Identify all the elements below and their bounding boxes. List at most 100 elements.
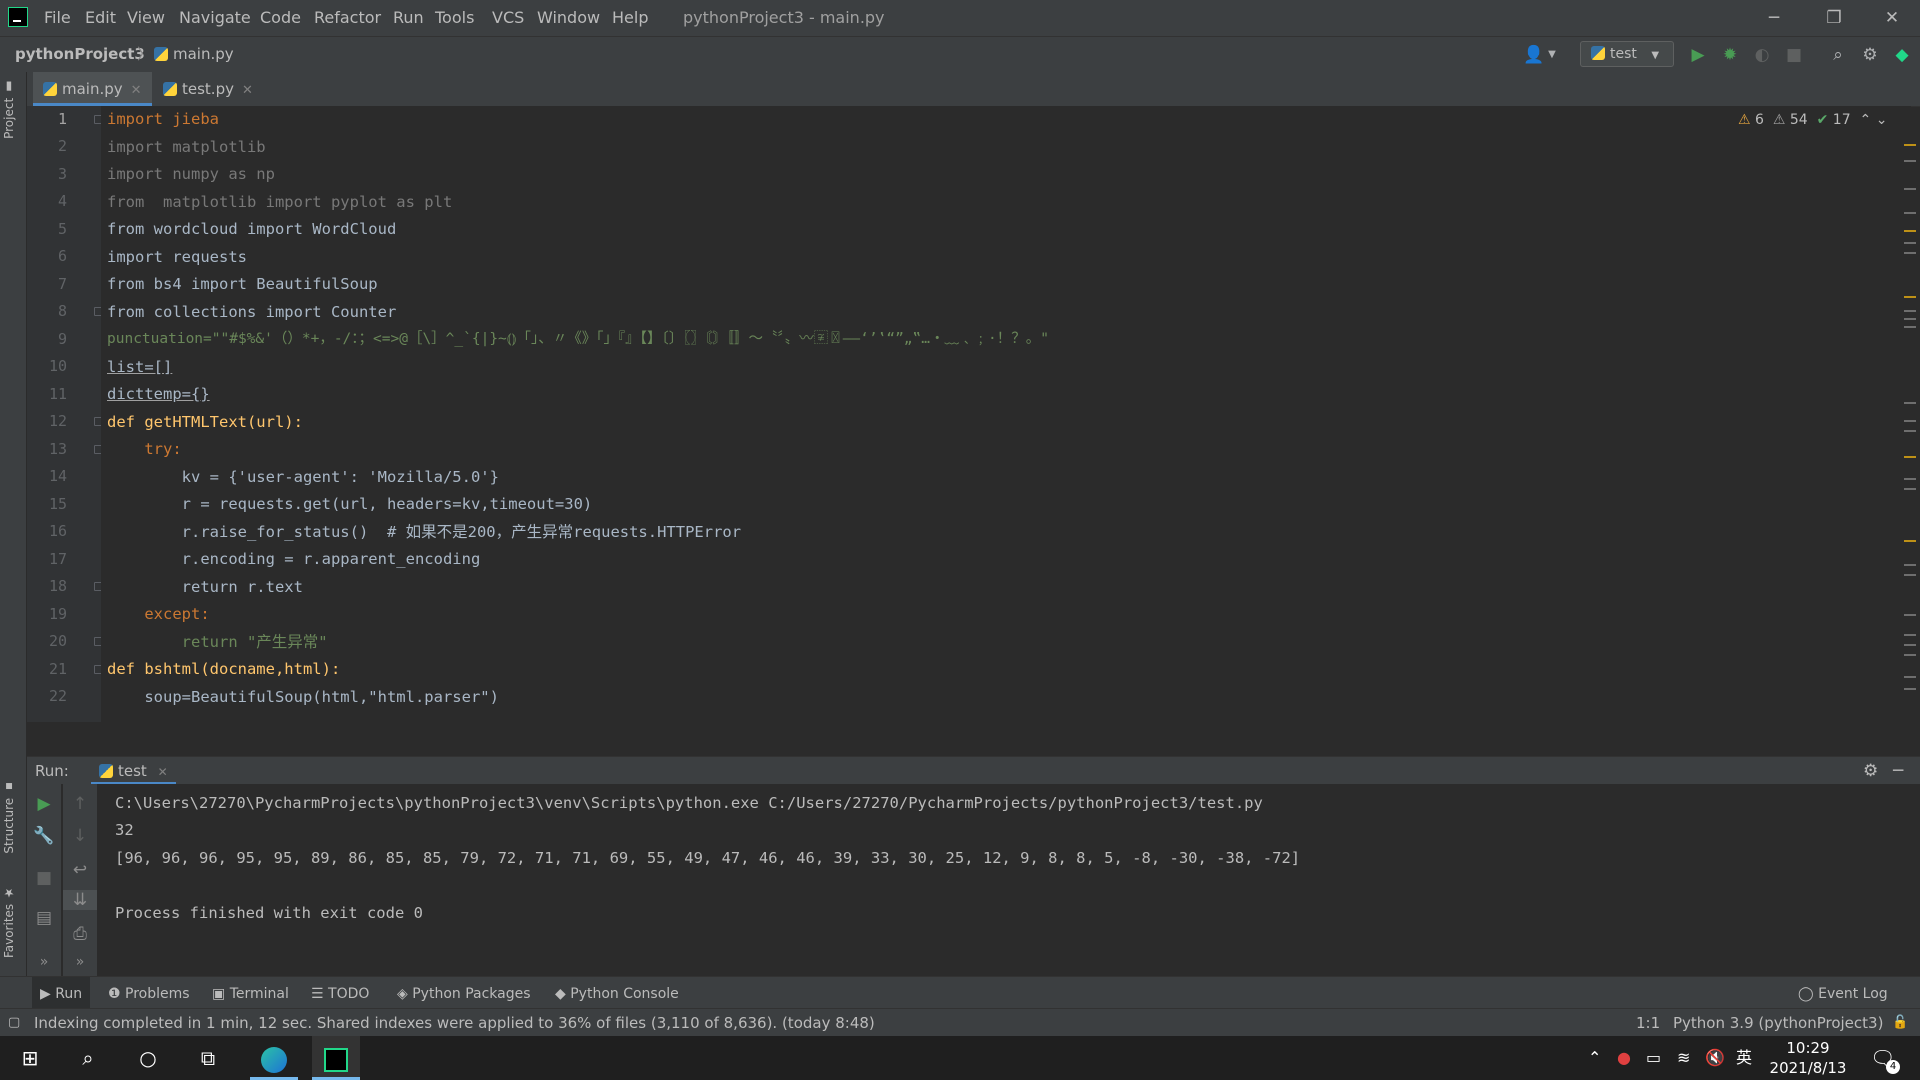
marker[interactable]	[1904, 644, 1916, 646]
volume-muted-icon[interactable]: 🔇	[1705, 1036, 1725, 1080]
marker[interactable]	[1904, 160, 1916, 162]
wifi-icon[interactable]: ≋	[1677, 1036, 1690, 1080]
layout-icon[interactable]: ▤	[27, 908, 61, 928]
gear-icon[interactable]: ⚙	[1863, 757, 1878, 785]
battery-icon[interactable]: ▭	[1646, 1036, 1661, 1080]
marker[interactable]	[1904, 144, 1916, 146]
task-view-icon[interactable]: ⧉	[184, 1036, 232, 1080]
menu-view[interactable]: View	[121, 0, 171, 36]
marker[interactable]	[1904, 310, 1916, 312]
structure-tool-tab[interactable]: Structure ▪	[2, 780, 16, 854]
marker[interactable]	[1904, 614, 1916, 616]
marker[interactable]	[1904, 242, 1916, 244]
close-tab-icon[interactable]: ✕	[158, 765, 168, 779]
code-line[interactable]: from wordcloud import WordCloud	[107, 216, 396, 243]
caret-position[interactable]: 1:1	[1636, 1009, 1660, 1037]
breadcrumb-project[interactable]: pythonProject3	[15, 37, 145, 71]
tool-window-todo[interactable]: ☰ TODO	[311, 977, 369, 1011]
event-log-button[interactable]: ◯ Event Log	[1798, 977, 1888, 1011]
windows-start-icon[interactable]: ⊞	[6, 1036, 54, 1080]
menu-help[interactable]: Help	[606, 0, 654, 36]
code-editor[interactable]: import jieba import matplotlib import nu…	[101, 106, 1911, 722]
gear-icon[interactable]: ⚙	[1858, 43, 1882, 67]
menu-window[interactable]: Window	[531, 0, 606, 36]
marker[interactable]	[1904, 688, 1916, 690]
code-line[interactable]: import matplotlib	[107, 134, 266, 161]
marker[interactable]	[1904, 188, 1916, 190]
tool-window-terminal[interactable]: ▣ Terminal	[212, 977, 289, 1011]
marker[interactable]	[1904, 252, 1916, 254]
marker[interactable]	[1904, 326, 1916, 328]
more-icon[interactable]: »	[63, 954, 97, 970]
code-line[interactable]: dicttemp={}	[107, 381, 210, 408]
code-line[interactable]: from matplotlib import pyplot as plt	[107, 189, 452, 216]
chevron-down-icon[interactable]: ⌄	[1876, 112, 1888, 128]
marker[interactable]	[1904, 402, 1916, 404]
marker[interactable]	[1904, 478, 1916, 480]
code-line[interactable]: list=[]	[107, 354, 172, 381]
code-line[interactable]: except:	[107, 601, 209, 628]
menu-tools[interactable]: Tools	[429, 0, 480, 36]
code-line[interactable]: import jieba	[107, 106, 219, 133]
scroll-to-end-icon[interactable]: ⇊	[63, 890, 97, 910]
marker[interactable]	[1904, 488, 1916, 490]
marker[interactable]	[1904, 230, 1916, 232]
tab-test-py[interactable]: test.py ✕	[153, 72, 263, 106]
wrench-icon[interactable]: 🔧	[27, 826, 61, 846]
code-line[interactable]: kv = {'user-agent': 'Mozilla/5.0'}	[107, 464, 499, 491]
menu-code[interactable]: Code	[254, 0, 307, 36]
marker[interactable]	[1904, 634, 1916, 636]
marker[interactable]	[1904, 564, 1916, 566]
cortana-icon[interactable]: ○	[124, 1036, 172, 1080]
marker[interactable]	[1904, 430, 1916, 432]
search-icon[interactable]: ⌕	[1826, 43, 1850, 67]
minimize-button[interactable]: ─	[1744, 0, 1804, 36]
menu-run[interactable]: Run	[387, 0, 430, 36]
tab-main-py[interactable]: main.py ✕	[33, 72, 152, 106]
status-message[interactable]: Indexing completed in 1 min, 12 sec. Sha…	[34, 1009, 875, 1037]
menu-navigate[interactable]: Navigate	[173, 0, 257, 36]
code-line[interactable]: from collections import Counter	[107, 299, 396, 326]
favorites-tool-tab[interactable]: Favorites ★	[2, 886, 16, 958]
run-configuration-select[interactable]: test ▼	[1580, 41, 1674, 67]
marker[interactable]	[1904, 212, 1916, 214]
stop-icon[interactable]: ■	[27, 868, 61, 888]
marker[interactable]	[1904, 654, 1916, 656]
pycharm-taskbar-icon[interactable]	[312, 1036, 360, 1080]
run-tab-test[interactable]: test ✕	[91, 757, 176, 785]
minimize-panel-icon[interactable]: ─	[1893, 757, 1903, 785]
soft-wrap-icon[interactable]: ↩	[63, 860, 97, 880]
lock-icon[interactable]: 🔓	[1892, 1009, 1908, 1037]
close-tab-icon[interactable]: ✕	[131, 83, 142, 98]
tool-window-python-packages[interactable]: ◈ Python Packages	[397, 977, 531, 1011]
code-line[interactable]: try:	[107, 436, 181, 463]
code-line[interactable]: soup=BeautifulSoup(html,"html.parser")	[107, 684, 499, 711]
breadcrumb-file[interactable]: main.py	[154, 37, 234, 71]
marker[interactable]	[1904, 318, 1916, 320]
code-line[interactable]: from bs4 import BeautifulSoup	[107, 271, 378, 298]
code-line[interactable]: punctuation=""#$%&'（）*+，-/：；<=>@［\］^_`{|…	[107, 326, 1049, 353]
menu-vcs[interactable]: VCS	[486, 0, 530, 36]
project-tool-tab[interactable]: Project ▮	[2, 80, 16, 139]
marker[interactable]	[1904, 540, 1916, 542]
run-icon[interactable]: ▶	[1686, 43, 1710, 67]
arrow-up-icon[interactable]: ↑	[63, 794, 97, 814]
coverage-icon[interactable]: ◐	[1750, 43, 1774, 67]
code-line[interactable]: return r.text	[107, 574, 303, 601]
code-line[interactable]: import requests	[107, 244, 247, 271]
chevron-up-icon[interactable]: ⌃	[1588, 1036, 1601, 1080]
ime-indicator[interactable]: 英	[1736, 1036, 1752, 1080]
code-line[interactable]: r = requests.get(url, headers=kv,timeout…	[107, 491, 593, 518]
arrow-down-icon[interactable]: ↓	[63, 826, 97, 846]
marker[interactable]	[1904, 676, 1916, 678]
jetbrains-toolbox-icon[interactable]: ◆	[1890, 43, 1914, 67]
marker[interactable]	[1904, 574, 1916, 576]
interpreter-selector[interactable]: Python 3.9 (pythonProject3)	[1673, 1009, 1883, 1037]
run-console[interactable]: C:\Users\27270\PycharmProjects\pythonPro…	[27, 784, 1920, 976]
menu-refactor[interactable]: Refactor	[308, 0, 387, 36]
menu-file[interactable]: File	[38, 0, 77, 36]
error-stripe[interactable]	[1904, 140, 1916, 720]
layout-toggle-icon[interactable]: ▢	[8, 1009, 20, 1037]
marker[interactable]	[1904, 456, 1916, 458]
search-icon[interactable]: ⌕	[64, 1036, 112, 1080]
